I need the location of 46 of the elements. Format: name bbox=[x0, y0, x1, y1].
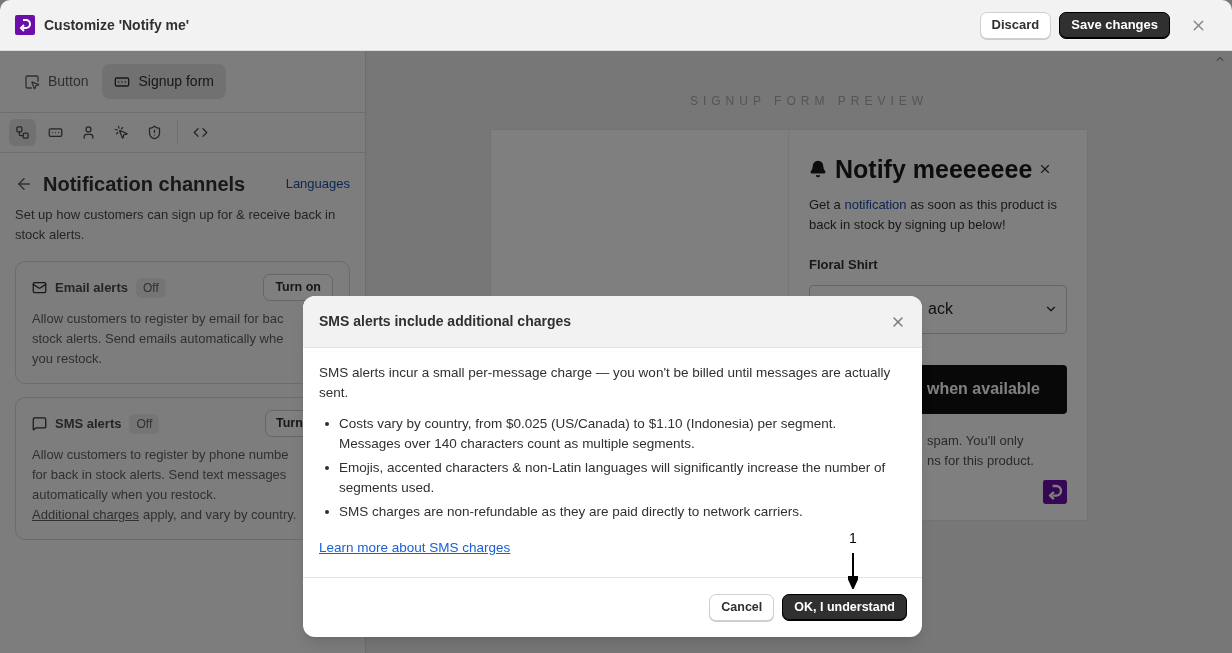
description-line: you restock. bbox=[32, 350, 103, 368]
description-line: for back in stock alerts. Send text messages bbox=[32, 466, 287, 484]
charges-link[interactable]: Additional charges bbox=[32, 505, 139, 525]
learn-more-link[interactable]: Learn more about SMS charges bbox=[319, 538, 511, 558]
description-line: Allow customers to register by email for bac bbox=[32, 310, 284, 328]
dialog-title: SMS alerts include additional charges bbox=[319, 312, 572, 331]
window-title: Customize 'Notify me' bbox=[44, 15, 190, 35]
section-description: Set up how customers can sign up for & receive back in stock alerts. bbox=[15, 206, 337, 244]
save-button[interactable]: Save changes bbox=[1059, 11, 1170, 39]
status-badge: Off bbox=[129, 413, 160, 434]
tab[interactable]: Button bbox=[12, 64, 101, 99]
confirm-button[interactable]: OK, I understand bbox=[782, 594, 907, 621]
bullet-text: SMS charges are non-refundable as they are paid directly to network carriers. bbox=[339, 503, 803, 521]
bell-icon bbox=[809, 160, 827, 178]
bullet-text: Costs vary by country, from $0.025 (US/Canada) to $1.10 (Indonesia) per segment. Messages over 140 characters count as multiple segments. bbox=[339, 415, 838, 453]
mail-icon bbox=[32, 280, 47, 295]
languages-link[interactable]: Languages bbox=[285, 174, 350, 194]
discard-button[interactable]: Discard bbox=[979, 11, 1052, 39]
description-line: automatically when you restock. bbox=[32, 486, 217, 504]
bullet-icon bbox=[325, 466, 329, 470]
step-number: 1 bbox=[849, 529, 857, 548]
app-logo-icon bbox=[15, 15, 35, 35]
bullet-text: Emojis, accented characters & non-Latin languages will significantly increase the number of segments used. bbox=[339, 459, 887, 497]
bullet-icon bbox=[325, 422, 329, 426]
description-line: Allow customers to register by phone numbe bbox=[32, 446, 289, 464]
form-title: Notify meeeeeee bbox=[835, 154, 1033, 184]
turn-on-button[interactable]: Turn on bbox=[263, 274, 333, 301]
product-name: Floral Shirt bbox=[809, 256, 879, 274]
privacy-line: spam. You'll only bbox=[927, 431, 1024, 450]
arrow-icon bbox=[848, 553, 858, 589]
chat-icon bbox=[32, 416, 47, 431]
section-title: Notification channels bbox=[43, 172, 246, 197]
bullet-icon bbox=[325, 510, 329, 514]
form-description: Get a notification as soon as this product is back in stock by signing up below! bbox=[809, 196, 1058, 234]
app-logo-icon bbox=[1043, 479, 1067, 504]
back-icon[interactable] bbox=[15, 175, 33, 193]
pointer-icon bbox=[24, 73, 40, 90]
workflow-icon[interactable] bbox=[9, 119, 36, 146]
tab[interactable]: Signup form bbox=[102, 64, 226, 99]
cancel-button[interactable]: Cancel bbox=[709, 594, 775, 621]
status-badge: Off bbox=[136, 277, 166, 298]
description-line: apply, and vary by country. bbox=[142, 506, 297, 524]
description-line: stock alerts. Send emails automatically whe bbox=[32, 330, 284, 348]
channel-name: Email alerts bbox=[55, 278, 128, 297]
privacy-line: ns for this product. bbox=[927, 451, 1034, 470]
channel-name: SMS alerts bbox=[55, 414, 122, 433]
